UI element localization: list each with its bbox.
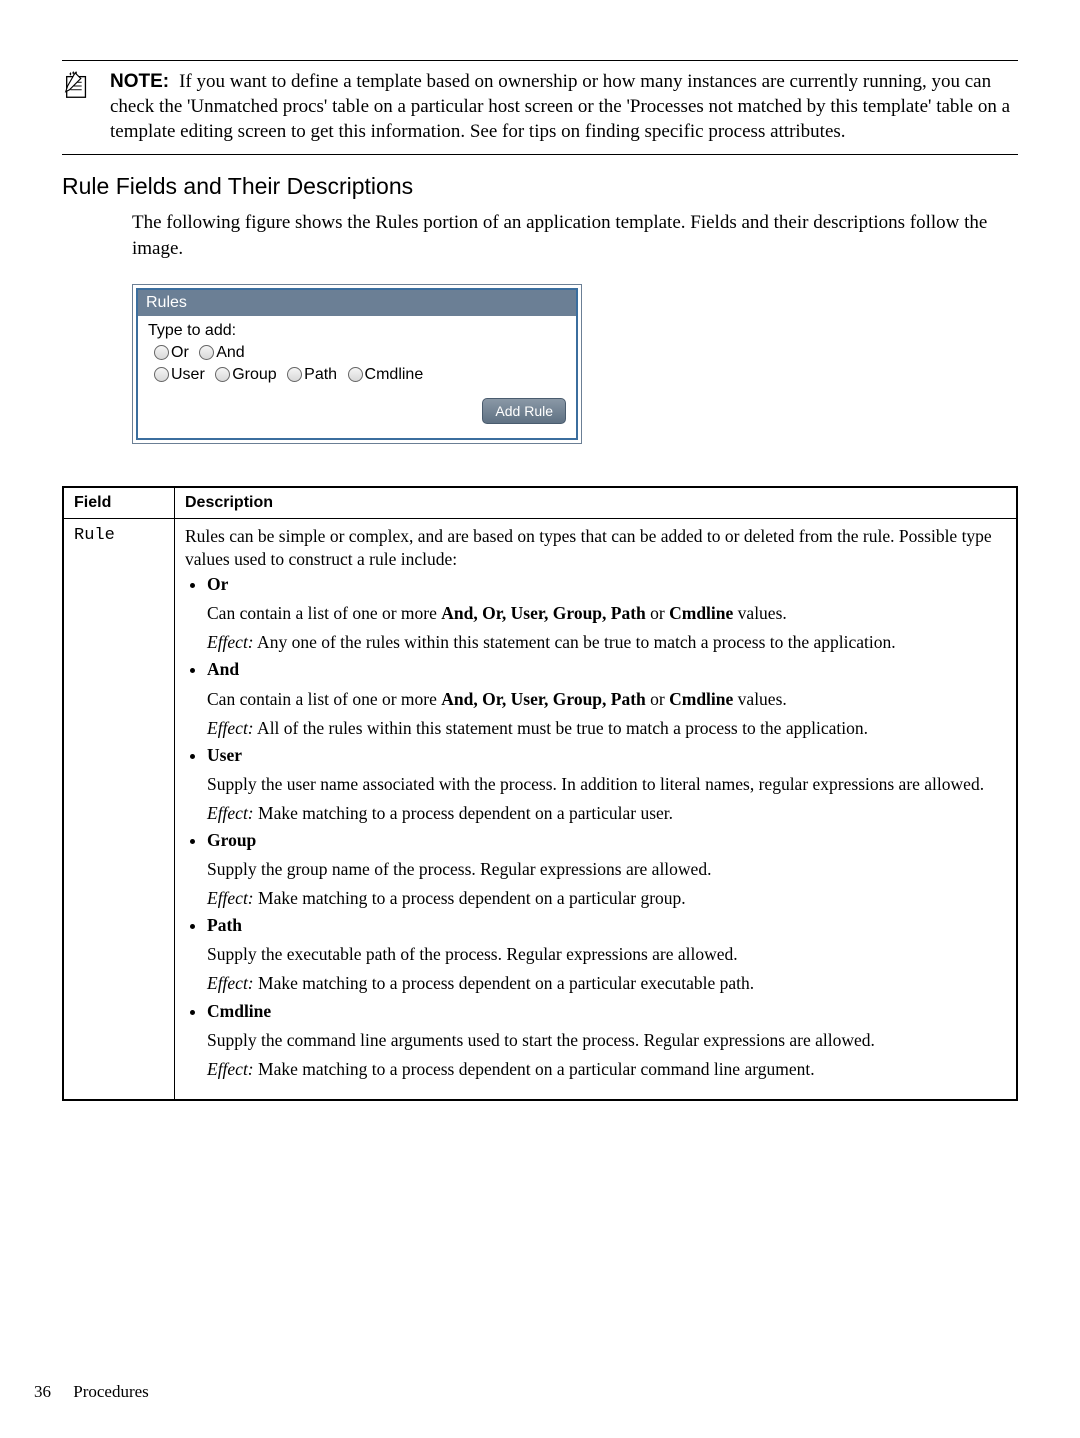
type-to-add-label: Type to add: [148, 322, 566, 340]
rule-fields-table: Field Description Rule Rules can be simp… [62, 486, 1018, 1101]
section-heading: Rule Fields and Their Descriptions [62, 173, 1018, 200]
radio-cmdline[interactable] [348, 367, 363, 382]
rule-name: Group [207, 830, 256, 850]
rule-effect: Effect: Any one of the rules within this… [207, 631, 1006, 654]
note-label: NOTE: [110, 71, 169, 92]
table-header-field: Field [63, 487, 175, 519]
list-item: User Supply the user name associated wit… [207, 744, 1006, 825]
radio-group[interactable] [215, 367, 230, 382]
note-icon [62, 71, 92, 106]
list-item: Or Can contain a list of one or more And… [207, 573, 1006, 654]
radio-label-group: Group [232, 366, 276, 383]
rule-desc: Can contain a list of one or more And, O… [207, 688, 1006, 711]
footer-section: Procedures [73, 1382, 149, 1401]
list-item: And Can contain a list of one or more An… [207, 658, 1006, 739]
radio-label-and: And [216, 344, 244, 361]
note-text: NOTE:If you want to define a template ba… [110, 69, 1018, 144]
radio-label-cmdline: Cmdline [365, 366, 424, 383]
cell-field: Rule [63, 518, 175, 1099]
rule-name: Path [207, 915, 242, 935]
rule-name: And [207, 659, 239, 679]
rule-name: Or [207, 574, 228, 594]
rule-effect: Effect: Make matching to a process depen… [207, 802, 1006, 825]
rule-desc: Supply the user name associated with the… [207, 773, 1006, 796]
radio-label-or: Or [171, 344, 189, 361]
radio-user[interactable] [154, 367, 169, 382]
note-body: If you want to define a template based o… [110, 71, 1010, 142]
page-footer: 36 Procedures [34, 1382, 149, 1402]
table-header-description: Description [175, 487, 1018, 519]
intro-paragraph: The following figure shows the Rules por… [132, 210, 1018, 261]
rule-name: User [207, 745, 242, 765]
radio-row-1: Or And [154, 344, 566, 362]
radio-label-user: User [171, 366, 205, 383]
rule-effect: Effect: Make matching to a process depen… [207, 1058, 1006, 1081]
rules-panel-figure: Rules Type to add: Or And User Group Pat… [132, 284, 582, 444]
cell-description: Rules can be simple or complex, and are … [175, 518, 1018, 1099]
radio-or[interactable] [154, 345, 169, 360]
rule-intro: Rules can be simple or complex, and are … [185, 525, 1006, 571]
rule-effect: Effect: All of the rules within this sta… [207, 717, 1006, 740]
radio-path[interactable] [287, 367, 302, 382]
rule-name: Cmdline [207, 1001, 271, 1021]
rule-list: Or Can contain a list of one or more And… [185, 573, 1006, 1081]
add-rule-button[interactable]: Add Rule [482, 398, 566, 424]
table-row: Rule Rules can be simple or complex, and… [63, 518, 1017, 1099]
list-item: Cmdline Supply the command line argument… [207, 1000, 1006, 1081]
rule-desc: Supply the group name of the process. Re… [207, 858, 1006, 881]
radio-and[interactable] [199, 345, 214, 360]
rule-desc: Supply the executable path of the proces… [207, 943, 1006, 966]
list-item: Path Supply the executable path of the p… [207, 914, 1006, 995]
rule-desc: Can contain a list of one or more And, O… [207, 602, 1006, 625]
note-block: NOTE:If you want to define a template ba… [62, 61, 1018, 154]
radio-label-path: Path [304, 366, 337, 383]
rule-desc: Supply the command line arguments used t… [207, 1029, 1006, 1052]
rule-effect: Effect: Make matching to a process depen… [207, 887, 1006, 910]
radio-row-2: User Group Path Cmdline [154, 366, 566, 384]
rules-panel-title: Rules [138, 290, 576, 316]
page-number: 36 [34, 1382, 51, 1401]
rule-effect: Effect: Make matching to a process depen… [207, 972, 1006, 995]
list-item: Group Supply the group name of the proce… [207, 829, 1006, 910]
divider-bottom [62, 154, 1018, 155]
